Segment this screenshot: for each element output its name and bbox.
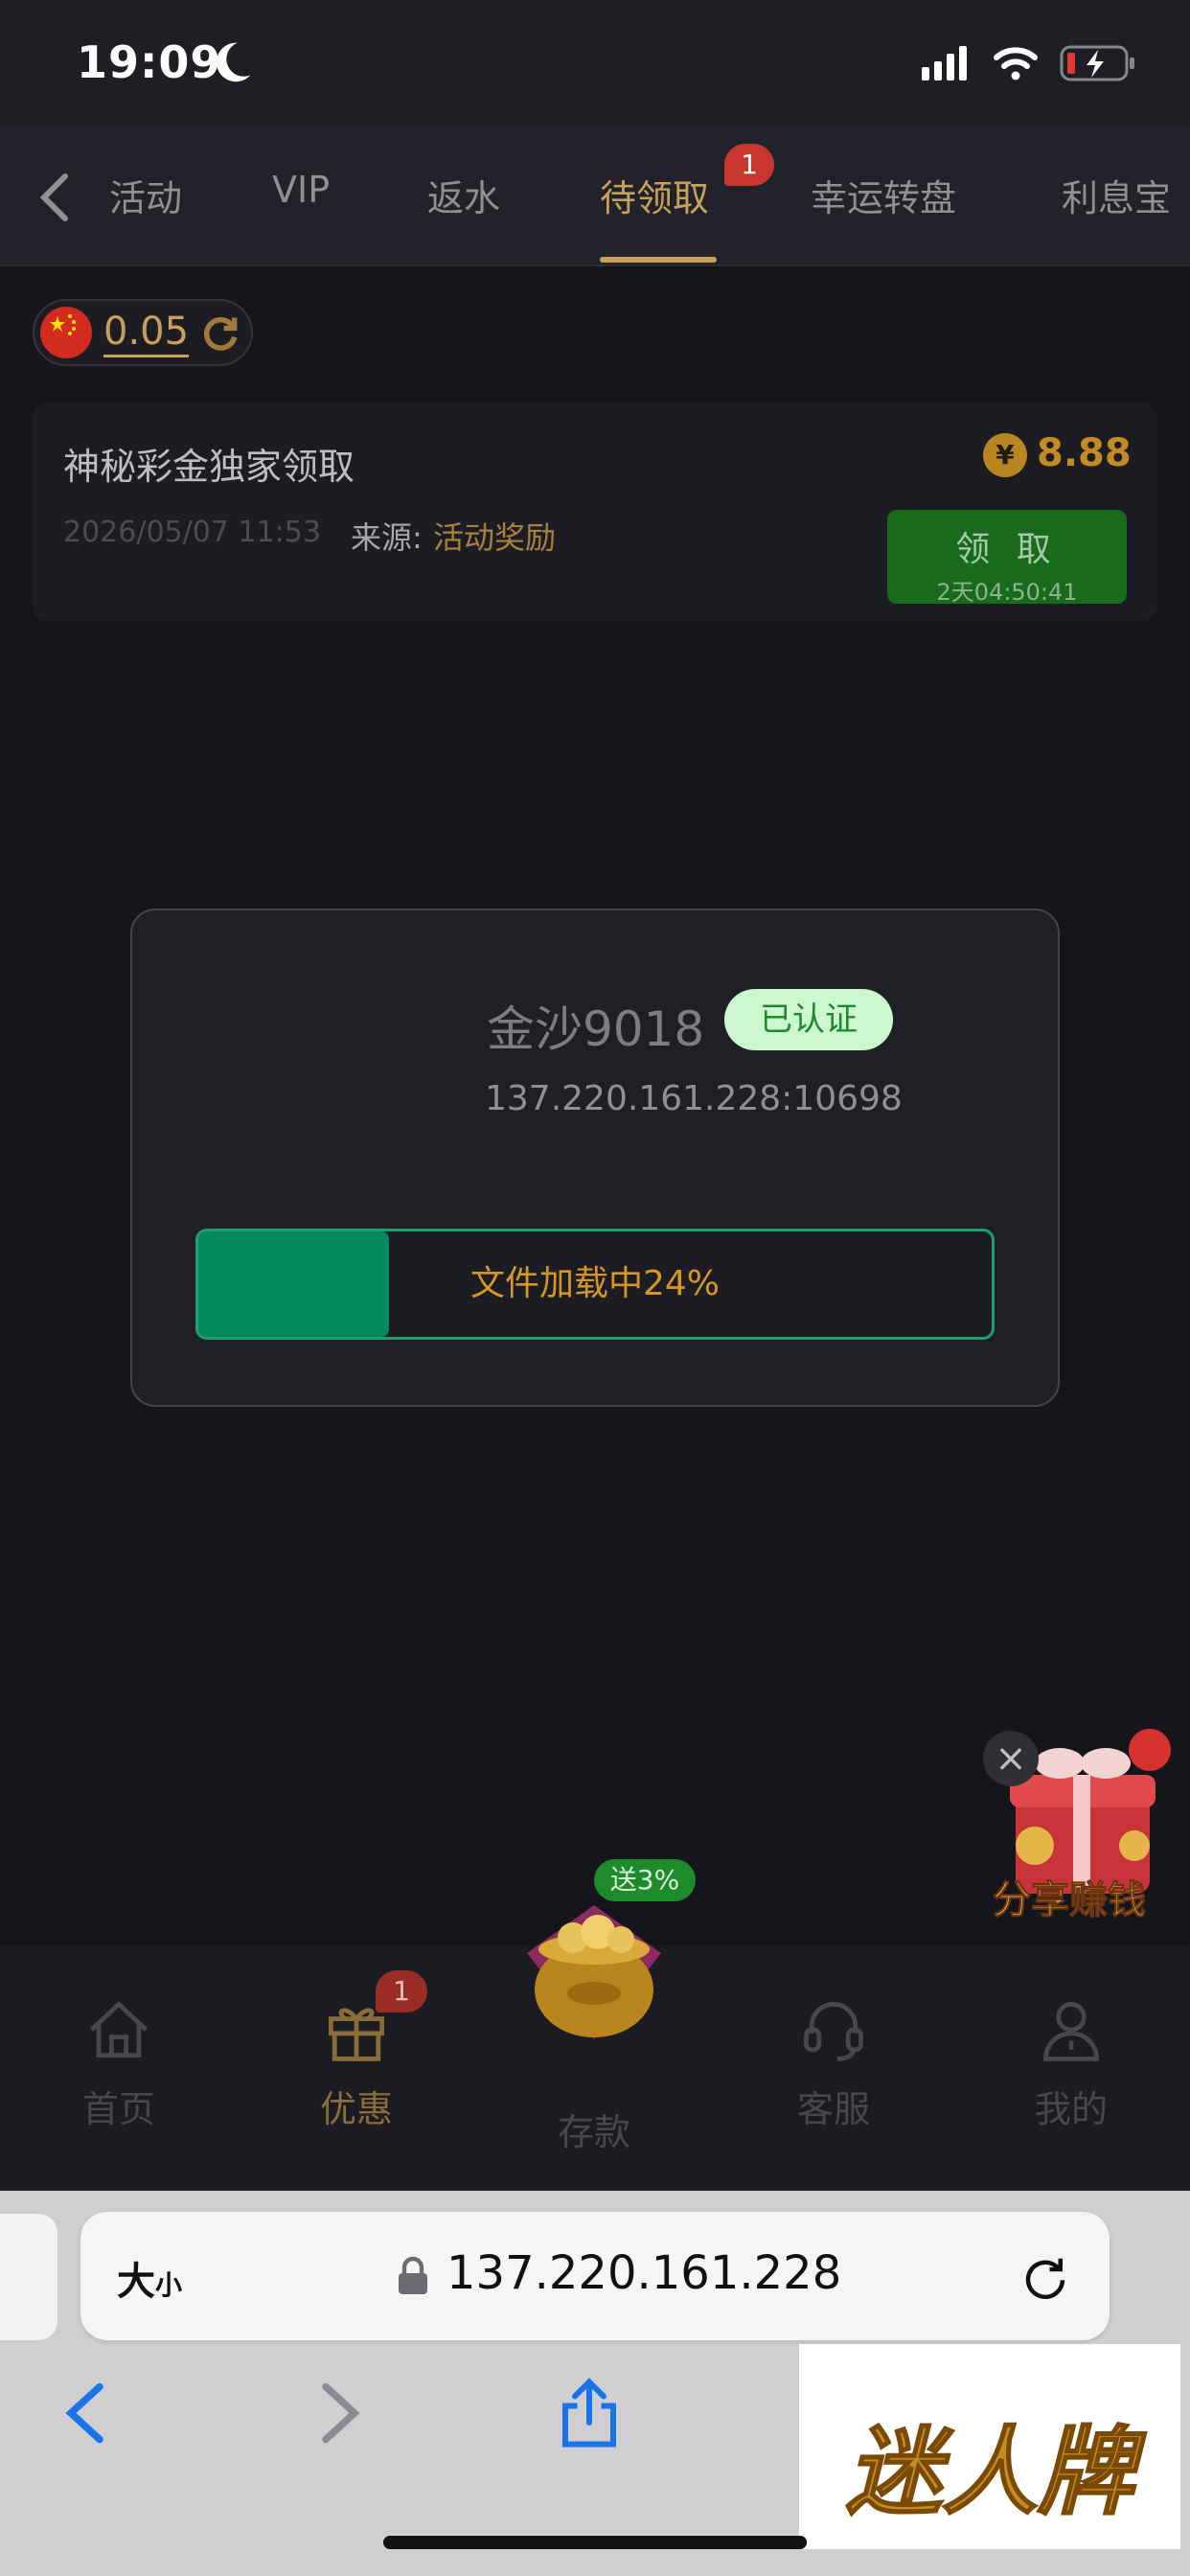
pending-claim-badge: 1 (724, 144, 774, 186)
home-indicator (383, 2536, 807, 2549)
nav-profile[interactable]: 我的 (1004, 1993, 1138, 2132)
balance-value: 0.05 (103, 309, 190, 357)
tab-rebate[interactable]: 返水 (427, 169, 500, 221)
claim-countdown: 2天04:50:41 (936, 579, 1078, 606)
nav-promotions[interactable]: 优惠 (289, 1993, 423, 2132)
nav-support-label: 客服 (796, 2088, 870, 2130)
tab-interest[interactable]: 利息宝 (1062, 169, 1171, 221)
user-icon (1043, 2002, 1099, 2061)
back-arrow-icon[interactable] (34, 171, 73, 224)
status-icons (922, 42, 1136, 84)
previous-tab-stub[interactable] (0, 2214, 57, 2340)
nav-home-label: 首页 (81, 2088, 155, 2130)
status-time: 19:09 (77, 36, 222, 88)
reward-time: 2026/05/07 11:53 (63, 516, 321, 549)
active-tab-indicator (600, 257, 717, 263)
tab-lucky-wheel[interactable]: 幸运转盘 (811, 169, 956, 221)
moon-icon (216, 42, 251, 82)
nav-deposit[interactable]: 存款 (527, 2089, 661, 2155)
home-icon (89, 2001, 149, 2058)
nav-support[interactable]: 客服 (767, 1993, 901, 2132)
claim-button[interactable]: 领 取 2天04:50:41 (887, 510, 1127, 606)
nav-profile-label: 我的 (1034, 2088, 1108, 2130)
nav-promotions-label: 优惠 (319, 2088, 393, 2130)
loading-progress-text: 文件加载中24% (469, 1264, 721, 1303)
share-icon[interactable] (556, 2377, 623, 2450)
tab-activity[interactable]: 活动 (92, 169, 182, 221)
lock-icon (399, 2256, 427, 2294)
promotions-badge: 1 (376, 1970, 427, 2012)
back-icon[interactable] (52, 2377, 119, 2450)
site-address: 137.220.161.228:10698 (485, 1079, 903, 1118)
headset-icon (804, 2002, 863, 2061)
tab-pending-claim[interactable]: 待领取 (600, 169, 709, 221)
china-flag-icon (40, 307, 92, 358)
wifi-icon (994, 47, 1038, 80)
nav-deposit-label: 存款 (557, 2111, 630, 2153)
reward-title: 神秘彩金独家领取 (63, 446, 355, 488)
claim-label: 领 取 (955, 530, 1059, 569)
reward-amount: 8.88 (1037, 431, 1132, 475)
nav-home[interactable]: 首页 (52, 1993, 186, 2132)
reward-source-label: 来源: (351, 519, 423, 556)
reward-source: 活动奖励 (433, 519, 557, 556)
site-name: 金沙9018 (487, 1001, 705, 1057)
deposit-bonus-badge: 送3% (594, 1859, 696, 1901)
watermark-logo: 迷人牌 (845, 2415, 1134, 2529)
tab-vip[interactable]: VIP (272, 169, 330, 211)
yuan-coin-icon: ¥ (983, 433, 1027, 477)
reload-icon[interactable] (1019, 2252, 1071, 2304)
refresh-balance-icon[interactable] (199, 312, 241, 355)
battery-charging-icon (1060, 45, 1134, 81)
text-size-button[interactable]: 大小 (117, 2250, 182, 2306)
url-text[interactable]: 137.220.161.228 (446, 2246, 841, 2300)
cellular-signal-icon (922, 46, 967, 80)
forward-icon[interactable] (307, 2377, 374, 2450)
share-earn-label[interactable]: 分享赚钱 (993, 1869, 1147, 1924)
close-share-button[interactable]: × (983, 1731, 1039, 1786)
verified-badge: 已认证 (724, 989, 893, 1050)
